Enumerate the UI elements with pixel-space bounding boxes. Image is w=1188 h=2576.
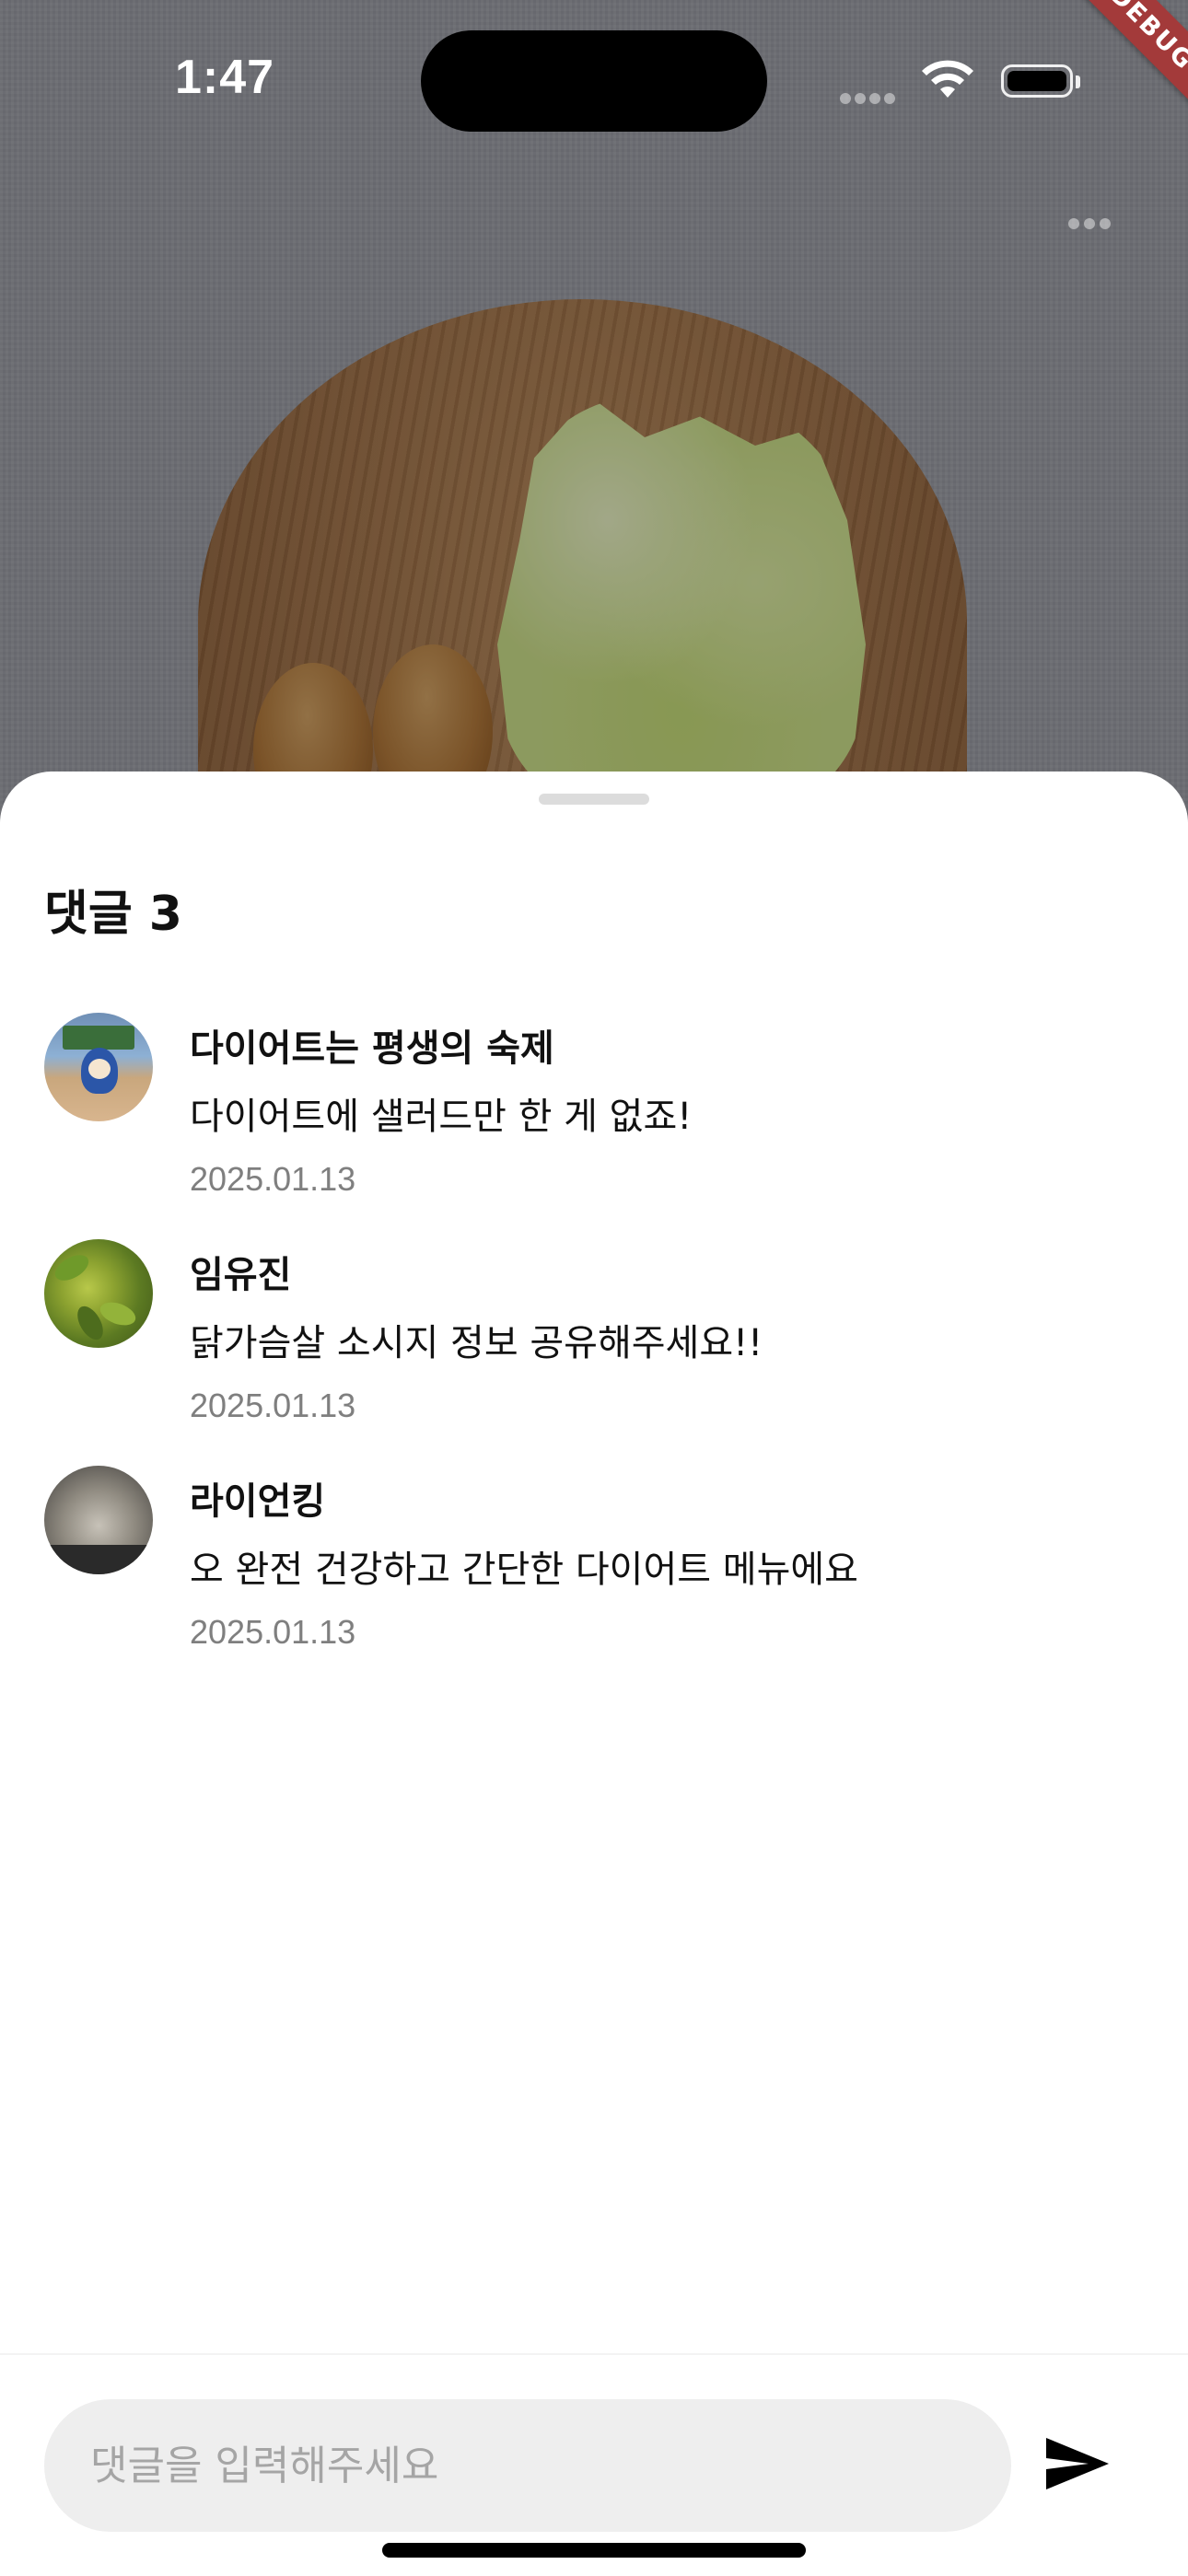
wifi-icon <box>922 60 973 98</box>
sheet-drag-handle[interactable] <box>539 794 649 805</box>
avatar[interactable] <box>44 1466 153 1574</box>
comment-author: 라이언킹 <box>190 1480 326 1523</box>
comment-text: 닭가슴살 소시지 정보 공유해주세요!! <box>190 1322 763 1364</box>
comment-item: 다이어트는 평생의 숙제 다이어트에 샐러드만 한 게 없죠! 2025.01.… <box>44 1013 1149 1215</box>
comment-input-bar <box>0 2353 1188 2576</box>
avatar[interactable] <box>44 1013 153 1121</box>
comment-item: 라이언킹 오 완전 건강하고 간단한 다이어트 메뉴에요 2025.01.13 <box>44 1466 1149 1668</box>
comment-date: 2025.01.13 <box>190 1387 356 1424</box>
comments-title: 댓글 3 <box>44 887 182 942</box>
status-time: 1:47 <box>175 51 275 104</box>
comment-author: 임유진 <box>190 1254 292 1296</box>
comment-author: 다이어트는 평생의 숙제 <box>190 1027 554 1070</box>
home-indicator <box>382 2543 806 2558</box>
battery-icon <box>1001 64 1073 98</box>
comment-date: 2025.01.13 <box>190 1613 356 1651</box>
signal-icon <box>840 92 899 109</box>
send-icon[interactable] <box>1041 2427 1114 2501</box>
more-horizontal-icon[interactable] <box>1068 217 1124 239</box>
comment-text: 다이어트에 샐러드만 한 게 없죠! <box>190 1096 693 1138</box>
comment-text: 오 완전 건강하고 간단한 다이어트 메뉴에요 <box>190 1549 858 1591</box>
comment-item: 임유진 닭가슴살 소시지 정보 공유해주세요!! 2025.01.13 <box>44 1239 1149 1442</box>
comments-bottom-sheet: 댓글 3 다이어트는 평생의 숙제 다이어트에 샐러드만 한 게 없죠! 202… <box>0 772 1188 2574</box>
battery-tip <box>1076 75 1080 88</box>
dynamic-island <box>421 30 767 132</box>
status-icons <box>840 57 1084 104</box>
comment-date: 2025.01.13 <box>190 1160 356 1198</box>
comment-input[interactable] <box>44 2399 1011 2532</box>
avatar[interactable] <box>44 1239 153 1348</box>
